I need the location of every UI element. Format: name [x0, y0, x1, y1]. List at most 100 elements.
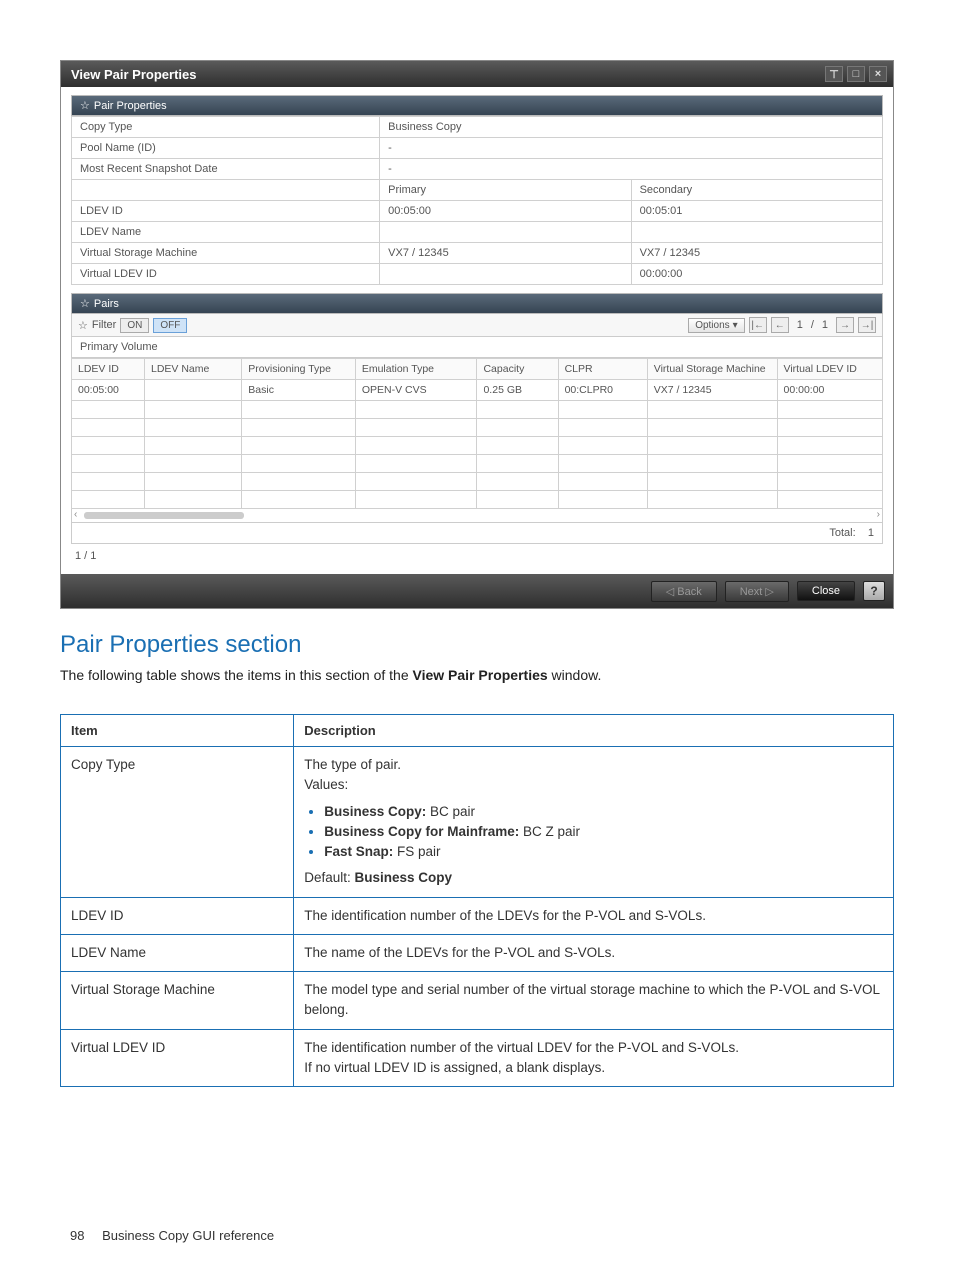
doc-col-item: Item	[61, 715, 294, 747]
doc-row-vldev: Virtual LDEV ID The identification numbe…	[61, 1029, 894, 1087]
pager-under: 1 / 1	[71, 544, 883, 568]
copy-type-value: Business Copy	[380, 117, 883, 138]
col-ldev-name[interactable]: LDEV Name	[144, 359, 241, 380]
doc-item: LDEV Name	[61, 934, 294, 971]
doc-desc: The identification number of the virtual…	[294, 1029, 894, 1087]
snapshot-date-label: Most Recent Snapshot Date	[72, 159, 380, 180]
cell-provisioning-type: Basic	[242, 380, 356, 401]
virtual-ldev-id-label: Virtual LDEV ID	[72, 264, 380, 285]
col-clpr[interactable]: CLPR	[558, 359, 647, 380]
page-first-button[interactable]: |←	[749, 317, 767, 333]
doc-row-ldev-name: LDEV Name The name of the LDEVs for the …	[61, 934, 894, 971]
table-row	[72, 455, 883, 473]
cell-vldev: 00:00:00	[777, 380, 882, 401]
view-pair-properties-window: View Pair Properties ⊤ □ × ☆Pair Propert…	[60, 60, 894, 609]
page-total: 1	[818, 319, 832, 331]
pair-properties-header: ☆Pair Properties	[71, 95, 883, 116]
help-button[interactable]: ?	[863, 581, 885, 601]
col-capacity[interactable]: Capacity	[477, 359, 558, 380]
vsm-primary: VX7 / 12345	[380, 243, 631, 264]
pair-properties-table: Copy Type Business Copy Pool Name (ID) -…	[71, 116, 883, 285]
doc-text: The identification number of the virtual…	[304, 1038, 883, 1058]
total-row: Total: 1	[71, 523, 883, 544]
back-button[interactable]: ◁ Back	[651, 581, 717, 602]
scroll-left-icon[interactable]: ‹	[74, 509, 77, 520]
ldev-name-label: LDEV Name	[72, 222, 380, 243]
copy-type-label: Copy Type	[72, 117, 380, 138]
star-icon: ☆	[80, 298, 90, 310]
total-label: Total:	[829, 527, 855, 539]
close-button[interactable]: Close	[797, 581, 855, 601]
doc-row-vsm: Virtual Storage Machine The model type a…	[61, 972, 894, 1030]
button-bar: ◁ Back Next ▷ Close ?	[61, 574, 893, 608]
doc-text: FS pair	[393, 844, 440, 859]
col-ldev-id[interactable]: LDEV ID	[72, 359, 145, 380]
properties-description-table: Item Description Copy Type The type of p…	[60, 714, 894, 1087]
page-last-button[interactable]: →|	[858, 317, 876, 333]
options-dropdown[interactable]: Options ▾	[688, 318, 745, 333]
minimize-icon[interactable]: ⊤	[825, 66, 843, 82]
page-footer: 98 Business Copy GUI reference	[70, 1228, 274, 1243]
doc-text: Default: Business Copy	[304, 868, 883, 888]
doc-text: BC pair	[426, 804, 475, 819]
close-icon[interactable]: ×	[869, 66, 887, 82]
doc-item: Copy Type	[61, 747, 294, 898]
star-icon: ☆	[80, 100, 90, 112]
page-next-button[interactable]: →	[836, 317, 854, 333]
blank-cell	[72, 180, 380, 201]
options-label: Options	[695, 320, 729, 331]
scroll-right-icon[interactable]: ›	[877, 509, 880, 520]
doc-bold: Fast Snap:	[324, 844, 393, 859]
primary-header: Primary	[380, 180, 631, 201]
ldev-id-label: LDEV ID	[72, 201, 380, 222]
doc-row-ldev-id: LDEV ID The identification number of the…	[61, 897, 894, 934]
doc-item: Virtual LDEV ID	[61, 1029, 294, 1087]
doc-bold: Business Copy for Mainframe:	[324, 824, 519, 839]
table-row[interactable]: 00:05:00 Basic OPEN-V CVS 0.25 GB 00:CLP…	[72, 380, 883, 401]
doc-text: The type of pair.	[304, 755, 883, 775]
titlebar: View Pair Properties ⊤ □ ×	[61, 61, 893, 87]
doc-item: LDEV ID	[61, 897, 294, 934]
pool-name-value: -	[380, 138, 883, 159]
maximize-icon[interactable]: □	[847, 66, 865, 82]
cell-ldev-id: 00:05:00	[72, 380, 145, 401]
window-title: View Pair Properties	[71, 67, 197, 82]
doc-desc: The identification number of the LDEVs f…	[294, 897, 894, 934]
vsm-secondary: VX7 / 12345	[631, 243, 882, 264]
page-prev-button[interactable]: ←	[771, 317, 789, 333]
filter-on-toggle[interactable]: ON	[120, 318, 149, 333]
panel-body: ☆Pair Properties Copy Type Business Copy…	[61, 87, 893, 574]
section-intro-bold: View Pair Properties	[413, 667, 548, 683]
doc-text: Values:	[304, 775, 883, 795]
col-provisioning-type[interactable]: Provisioning Type	[242, 359, 356, 380]
cell-ldev-name	[144, 380, 241, 401]
table-row	[72, 437, 883, 455]
virtual-ldev-id-secondary: 00:00:00	[631, 264, 882, 285]
filter-label: Filter	[92, 319, 116, 331]
total-value: 1	[868, 527, 874, 539]
table-row	[72, 401, 883, 419]
footer-text: Business Copy GUI reference	[102, 1228, 274, 1243]
doc-text: Default:	[304, 870, 354, 885]
col-emulation-type[interactable]: Emulation Type	[355, 359, 477, 380]
ldev-id-primary: 00:05:00	[380, 201, 631, 222]
section-intro-tail: window.	[548, 667, 602, 683]
list-item: Fast Snap: FS pair	[324, 842, 883, 862]
filter-off-toggle[interactable]: OFF	[153, 318, 187, 333]
pairs-grid: LDEV ID LDEV Name Provisioning Type Emul…	[71, 358, 883, 509]
horizontal-scrollbar[interactable]: ‹ ›	[71, 509, 883, 523]
pairs-toolbar: ☆ Filter ON OFF Options ▾ |← ← 1 / 1 →	[71, 314, 883, 337]
doc-bold: Business Copy	[355, 870, 453, 885]
page-number: 98	[70, 1228, 84, 1243]
cell-capacity: 0.25 GB	[477, 380, 558, 401]
col-virtual-storage-machine[interactable]: Virtual Storage Machine	[647, 359, 777, 380]
pairs-header-label: Pairs	[94, 298, 119, 310]
table-row	[72, 419, 883, 437]
section-intro: The following table shows the items in t…	[60, 665, 894, 686]
pairs-header: ☆ Pairs	[71, 293, 883, 314]
doc-desc: The name of the LDEVs for the P-VOL and …	[294, 934, 894, 971]
page-current: 1	[793, 319, 807, 331]
next-button[interactable]: Next ▷	[725, 581, 789, 602]
col-virtual-ldev-id[interactable]: Virtual LDEV ID	[777, 359, 882, 380]
scrollbar-thumb[interactable]	[84, 512, 244, 519]
